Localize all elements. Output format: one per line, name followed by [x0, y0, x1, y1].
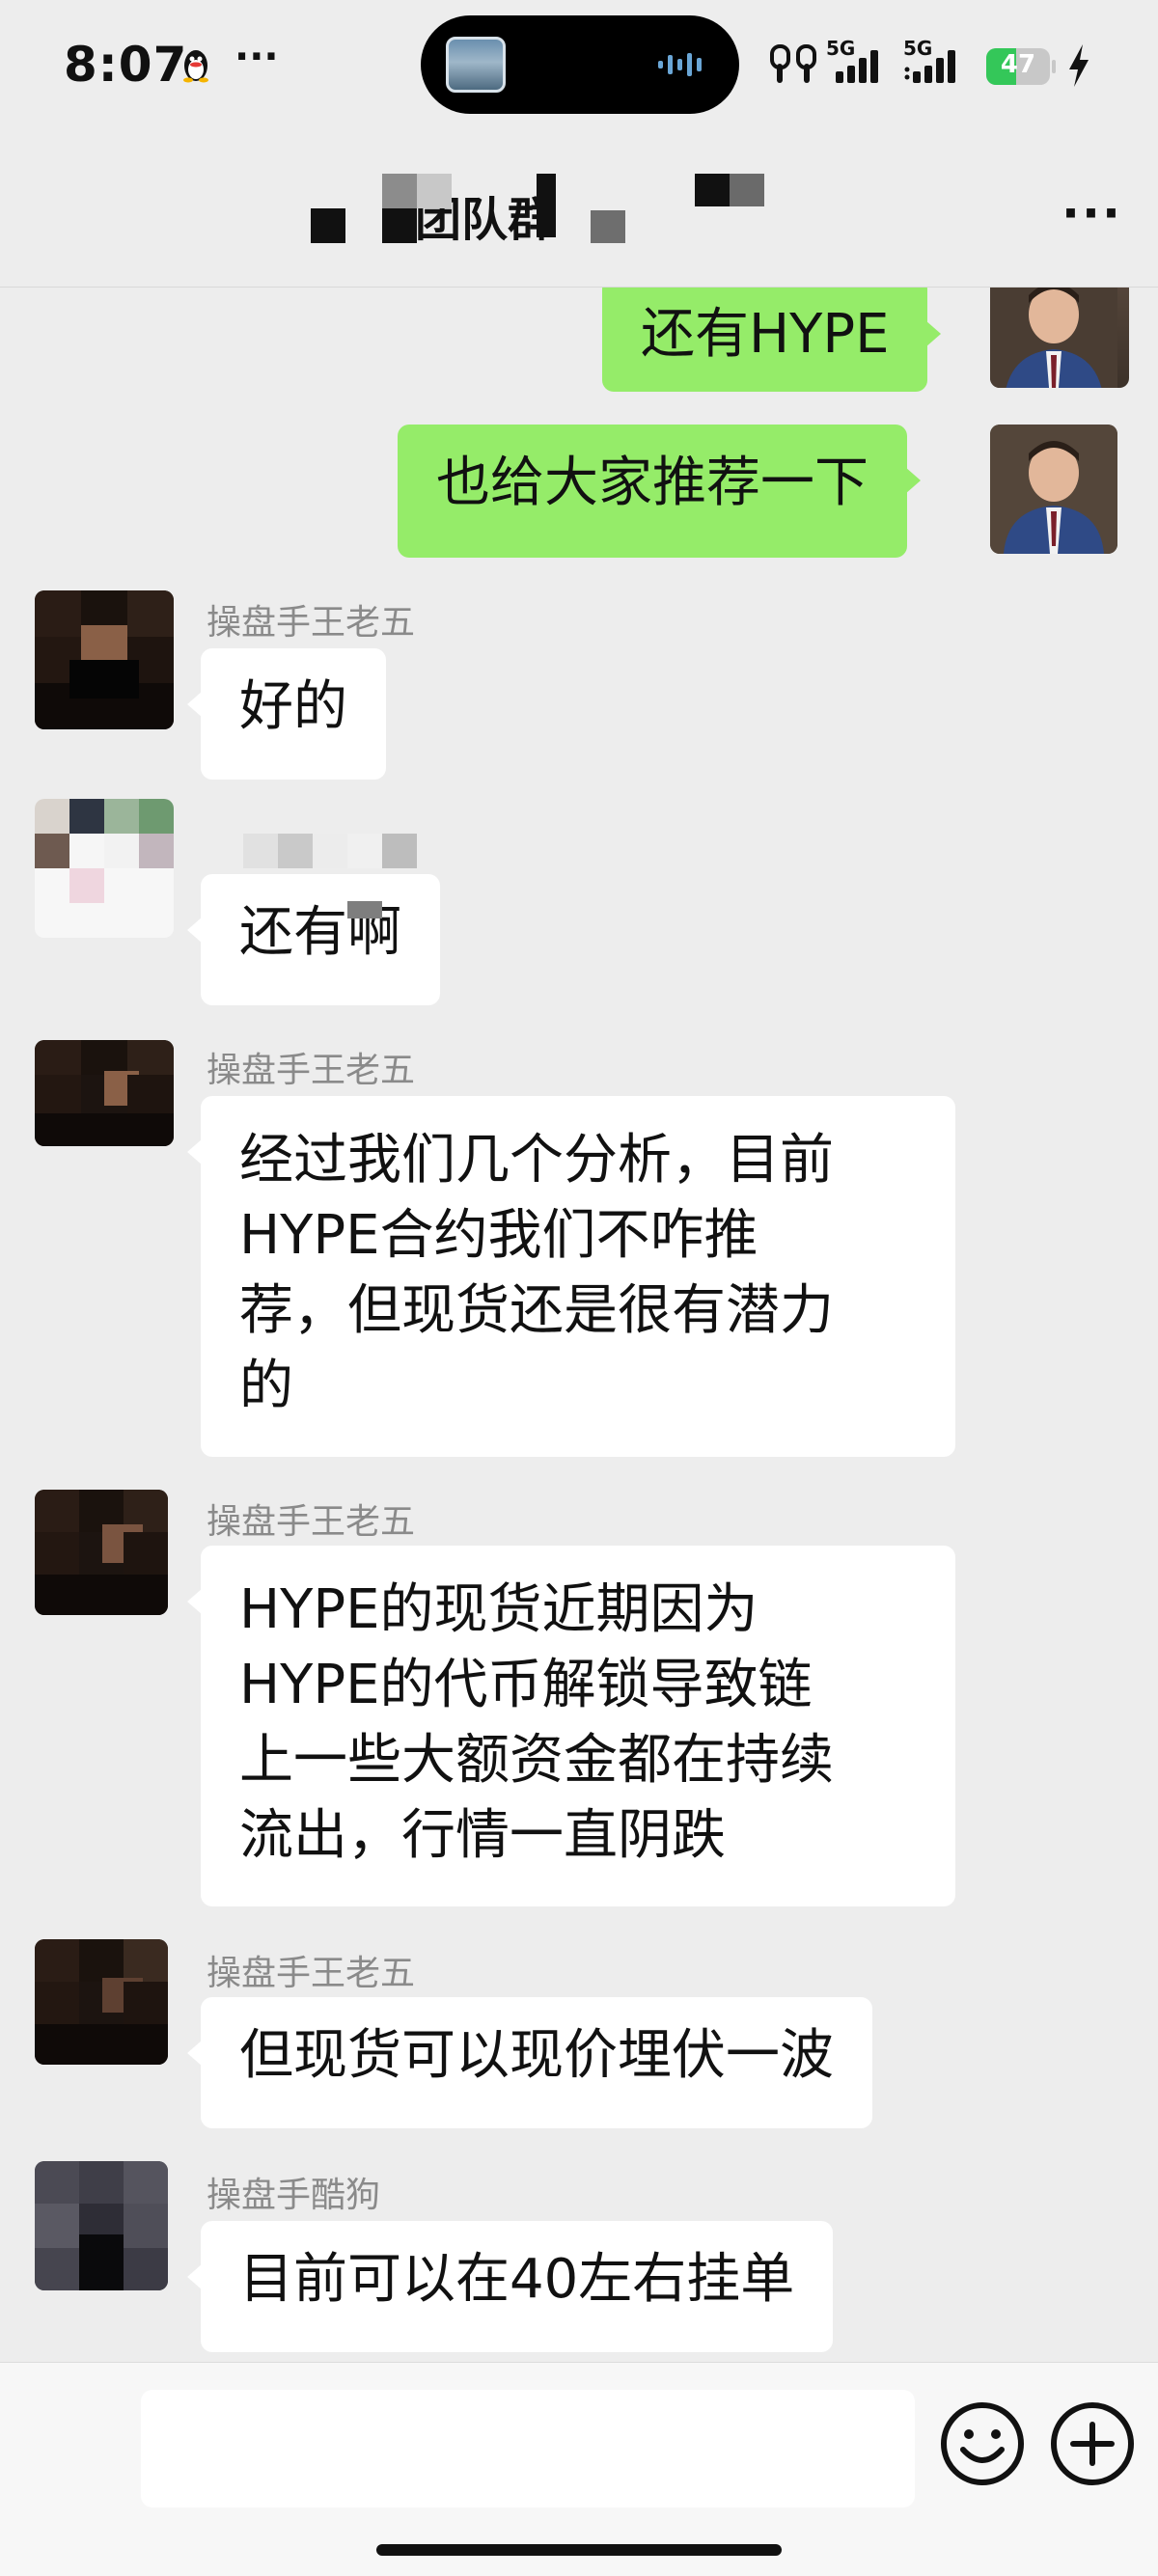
sender-name: 操盘手王老五: [207, 1502, 416, 1542]
message-input-bar: [0, 2362, 1158, 2576]
privacy-mosaic: [730, 174, 764, 206]
chat-info-more-button[interactable]: ···: [1062, 185, 1122, 241]
avatar-member[interactable]: [35, 590, 174, 729]
battery-cap: [1052, 60, 1056, 73]
cellular-signal-1: 5G: [826, 37, 894, 87]
privacy-mosaic: [382, 208, 417, 243]
message-line: 荐，但现货还是很有潜力: [239, 1279, 834, 1342]
battery-body: 47: [986, 48, 1050, 85]
avatar-member[interactable]: [35, 1040, 174, 1146]
message-line: 上一些大额资金都在持续: [239, 1729, 834, 1792]
status-bar: 8:07 ··· 5G 5G 47: [0, 0, 1158, 135]
privacy-mosaic: [347, 834, 382, 868]
privacy-mosaic: [243, 834, 278, 868]
avatar-self[interactable]: [990, 288, 1129, 388]
cellular-signal-2: 5G: [903, 37, 971, 87]
sender-name: 操盘手王老五: [207, 1954, 416, 1993]
status-more-icon: ···: [234, 35, 279, 79]
privacy-mosaic: [278, 834, 313, 868]
privacy-mosaic: [311, 208, 345, 243]
avatar-self[interactable]: [990, 425, 1117, 554]
signal-bars-icon: [904, 50, 955, 83]
privacy-mosaic: [382, 834, 417, 868]
privacy-mosaic: [313, 834, 347, 868]
avatar-mosaic-icon: [35, 1490, 168, 1615]
privacy-mosaic: [417, 174, 452, 208]
signal-bars-icon: [836, 50, 878, 83]
earbuds-icon: [770, 44, 816, 83]
avatar-portrait-icon: [990, 288, 1117, 388]
avatar-portrait-icon: [990, 425, 1117, 554]
message-bubble-incoming[interactable]: HYPE的现货近期因为 HYPE的代币解锁导致链 上一些大额资金都在持续 流出，…: [187, 1546, 955, 1906]
message-line: 流出，行情一直阴跌: [239, 1804, 726, 1867]
dynamic-island[interactable]: [421, 15, 739, 114]
message-line: HYPE合约我们不咋推: [239, 1204, 758, 1267]
battery-percent: 47: [1000, 50, 1036, 79]
privacy-mosaic: [382, 174, 417, 208]
message-list[interactable]: 还有HYPE 也给大家推荐一下 操盘手王老五 好的 还有啊 操盘手王老五 经过我…: [0, 288, 1158, 2362]
avatar-member[interactable]: [35, 2161, 168, 2290]
now-playing-thumbnail: [446, 37, 506, 93]
avatar-mosaic-icon: [35, 590, 174, 729]
avatar-mosaic-icon: [35, 1939, 168, 2065]
privacy-mosaic: [591, 210, 625, 243]
status-time: 8:07: [64, 37, 188, 93]
plus-circle-icon[interactable]: [1048, 2399, 1137, 2488]
home-indicator[interactable]: [376, 2544, 782, 2556]
privacy-mosaic: [695, 174, 730, 206]
avatar-member[interactable]: [35, 1939, 168, 2065]
avatar-mosaic-icon: [35, 799, 174, 938]
sender-name: 操盘手王老五: [207, 1051, 416, 1090]
smiley-face-icon[interactable]: [938, 2399, 1027, 2488]
charging-bolt-icon: [1069, 44, 1089, 87]
battery-indicator: 47: [986, 48, 1056, 85]
message-bubble-incoming[interactable]: 还有啊: [187, 874, 440, 1005]
message-bubble-incoming[interactable]: 经过我们几个分析，目前 HYPE合约我们不咋推 荐，但现货还是很有潜力 的: [187, 1096, 955, 1457]
avatar-mosaic-icon: [35, 1040, 174, 1146]
avatar-mosaic-icon: [35, 2161, 168, 2290]
audio-waveform-icon: [658, 53, 702, 76]
sender-name: 操盘手酷狗: [207, 2176, 381, 2215]
privacy-mosaic: [537, 174, 556, 237]
sender-name: 操盘手王老五: [207, 603, 416, 643]
chat-header: 团队群 ···: [0, 135, 1158, 288]
message-bubble-incoming[interactable]: 但现货可以现价埋伏一波: [187, 1997, 872, 2128]
message-line: HYPE的现货近期因为: [239, 1578, 758, 1641]
message-line: HYPE的代币解锁导致链: [239, 1654, 813, 1716]
qq-penguin-icon: [183, 50, 208, 83]
message-bubble-outgoing[interactable]: 也给大家推荐一下: [398, 425, 921, 558]
message-line: 经过我们几个分析，目前: [239, 1129, 834, 1192]
message-line: 的: [239, 1355, 293, 1417]
message-text-input[interactable]: [141, 2390, 915, 2507]
message-bubble-incoming[interactable]: 目前可以在40左右挂单: [186, 2221, 834, 2352]
message-bubble-outgoing[interactable]: 还有HYPE: [602, 288, 942, 392]
avatar-member[interactable]: [35, 1490, 168, 1615]
avatar-member[interactable]: [35, 799, 174, 938]
privacy-mosaic: [347, 901, 382, 918]
message-bubble-incoming[interactable]: 好的: [187, 648, 386, 780]
